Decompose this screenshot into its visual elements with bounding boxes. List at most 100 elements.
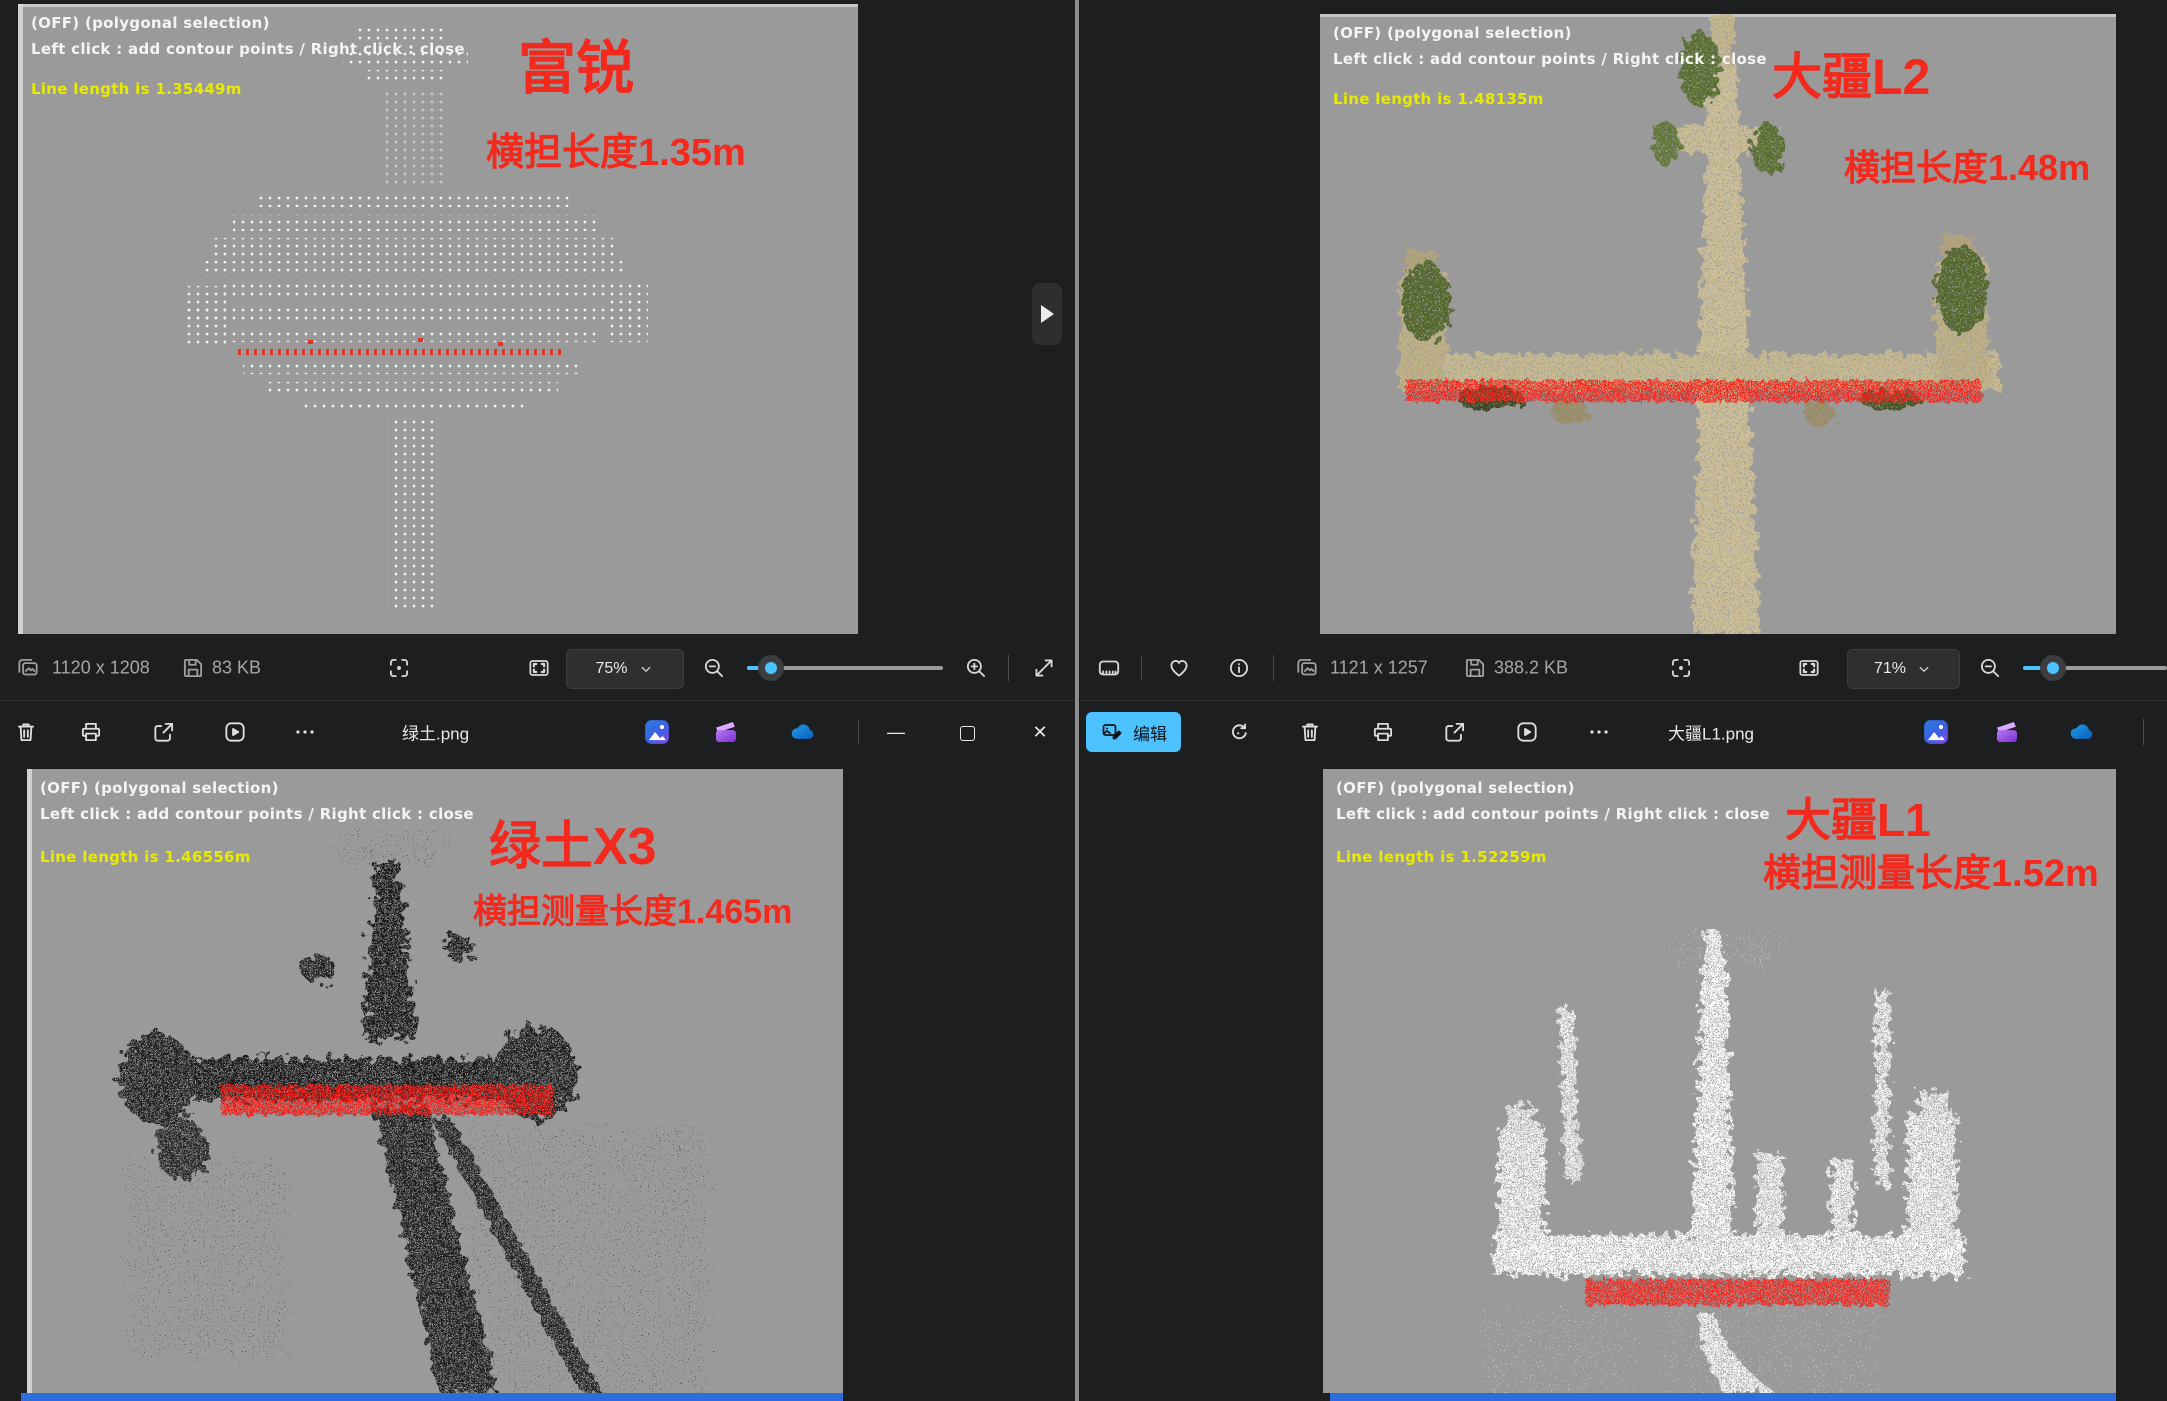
zoom-out-button[interactable] bbox=[1977, 655, 2003, 681]
overlay-hint: Left click : add contour points / Right … bbox=[31, 40, 465, 58]
pointcloud-canvas-dji-l1: (OFF) (polygonal selection) Left click :… bbox=[1323, 769, 2116, 1393]
titlebar-divider bbox=[858, 719, 859, 745]
chevron-down-icon bbox=[637, 660, 655, 678]
zoom-level-value: 75% bbox=[595, 660, 627, 678]
slideshow-button[interactable] bbox=[1514, 719, 1540, 745]
print-button[interactable] bbox=[78, 719, 104, 745]
window-separator bbox=[1075, 0, 1079, 1401]
canvas-top-edge bbox=[18, 4, 858, 7]
overlay-hint: Left click : add contour points / Right … bbox=[1336, 805, 1770, 823]
pointcloud-canvas-lvtu: (OFF) (polygonal selection) Left click :… bbox=[27, 769, 843, 1393]
share-button[interactable] bbox=[151, 719, 177, 745]
canvas-left-edge bbox=[27, 769, 32, 1393]
print-button[interactable] bbox=[1370, 719, 1396, 745]
photos-window-lvtu: 绿土.png — ✕ (OFF) (p bbox=[0, 700, 1077, 1401]
delete-button[interactable] bbox=[1297, 719, 1323, 745]
favorite-heart-button[interactable] bbox=[1166, 655, 1192, 681]
pointcloud-canvas-furui: (OFF) (polygonal selection) Left click :… bbox=[18, 4, 858, 634]
annotation-title: 绿土X3 bbox=[489, 821, 657, 873]
zoom-in-button[interactable] bbox=[963, 655, 989, 681]
viewer-bottom-gradient-strip bbox=[1330, 1393, 2116, 1401]
zoom-slider[interactable] bbox=[2023, 666, 2167, 670]
bottom-toolbar: 1121 x 1257 388.2 KB 71% bbox=[1080, 644, 2167, 692]
edit-button[interactable]: 编辑 bbox=[1086, 712, 1181, 752]
toolbar-divider bbox=[1273, 655, 1274, 681]
maximize-icon bbox=[960, 726, 975, 741]
annotation-title: 富锐 bbox=[518, 40, 634, 98]
pointcloud-dji-l1 bbox=[1423, 929, 2023, 1393]
file-size: 388.2 KB bbox=[1494, 658, 1568, 679]
photos-window-dji-l1: 编辑 大疆L1.png bbox=[1080, 700, 2167, 1401]
window-title: 大疆L1.png bbox=[1668, 720, 1754, 745]
minimize-button[interactable]: — bbox=[881, 717, 911, 747]
zoom-level-value: 71% bbox=[1874, 660, 1906, 678]
viewer-bottom-gradient-strip bbox=[21, 1393, 843, 1401]
close-button[interactable]: ✕ bbox=[1025, 717, 1055, 747]
annotation-title: 大疆L1 bbox=[1785, 797, 1931, 843]
fullscreen-button[interactable] bbox=[1031, 655, 1057, 681]
annotation-measure: 横担测量长度1.465m bbox=[473, 895, 792, 929]
window-title: 绿土.png bbox=[402, 720, 469, 745]
overlay-line-length: Line length is 1.48135m bbox=[1333, 90, 1544, 108]
titlebar-divider bbox=[2143, 719, 2144, 745]
image-dimensions-icon bbox=[1294, 655, 1320, 681]
annotation-title: 大疆L2 bbox=[1772, 52, 1930, 102]
overlay-line-length: Line length is 1.35449m bbox=[31, 80, 242, 98]
file-size-icon bbox=[180, 655, 206, 681]
rotate-button[interactable] bbox=[1225, 719, 1251, 745]
more-options-button[interactable] bbox=[1586, 719, 1612, 745]
zoom-level-dropdown[interactable]: 71% bbox=[1847, 649, 1960, 689]
bottom-toolbar: 1120 x 1208 83 KB 75% bbox=[0, 644, 1076, 692]
file-size-icon bbox=[1462, 655, 1488, 681]
fit-to-window-button[interactable] bbox=[526, 655, 552, 681]
image-dimensions-icon bbox=[15, 655, 41, 681]
maximize-button[interactable] bbox=[952, 717, 982, 747]
zoom-slider-thumb[interactable] bbox=[758, 655, 784, 681]
flyout-arrow-icon bbox=[1041, 305, 1054, 323]
onedrive-icon[interactable] bbox=[787, 717, 817, 747]
overlay-mode: (OFF) (polygonal selection) bbox=[1333, 24, 1572, 42]
overlay-mode: (OFF) (polygonal selection) bbox=[40, 779, 279, 797]
overlay-mode: (OFF) (polygonal selection) bbox=[1336, 779, 1575, 797]
zoom-slider-thumb[interactable] bbox=[2040, 655, 2066, 681]
clipchamp-icon[interactable] bbox=[711, 717, 741, 747]
zoom-level-dropdown[interactable]: 75% bbox=[566, 649, 684, 689]
overlay-hint: Left click : add contour points / Right … bbox=[40, 805, 474, 823]
annotation-measure: 横担长度1.48m bbox=[1844, 150, 2090, 186]
filmstrip-flyout-button[interactable] bbox=[1032, 283, 1062, 345]
info-button[interactable] bbox=[1226, 655, 1252, 681]
title-bar: 绿土.png — ✕ bbox=[0, 700, 1077, 763]
visual-search-button[interactable] bbox=[386, 655, 412, 681]
image-dimensions: 1120 x 1208 bbox=[52, 658, 150, 679]
pointcloud-furui bbox=[158, 18, 678, 618]
overlay-line-length: Line length is 1.52259m bbox=[1336, 848, 1547, 866]
image-dimensions: 1121 x 1257 bbox=[1330, 658, 1428, 679]
toolbar-divider bbox=[1141, 655, 1142, 681]
photos-app-icon[interactable] bbox=[1921, 717, 1951, 747]
toolbar-divider bbox=[1008, 655, 1009, 681]
delete-button[interactable] bbox=[13, 719, 39, 745]
overlay-mode: (OFF) (polygonal selection) bbox=[31, 14, 270, 32]
more-options-button[interactable] bbox=[292, 719, 318, 745]
pointcloud-canvas-dji-l2: (OFF) (polygonal selection) Left click :… bbox=[1320, 14, 2116, 634]
measured-crossarm-line-lvtu bbox=[221, 1085, 553, 1115]
photos-app-grid: (OFF) (polygonal selection) Left click :… bbox=[0, 0, 2167, 1401]
slideshow-button[interactable] bbox=[222, 719, 248, 745]
photos-app-icon[interactable] bbox=[642, 717, 672, 747]
fit-to-window-button[interactable] bbox=[1796, 655, 1822, 681]
overlay-line-length: Line length is 1.46556m bbox=[40, 848, 251, 866]
onedrive-icon[interactable] bbox=[2066, 717, 2096, 747]
filmstrip-toggle-button[interactable] bbox=[1096, 655, 1122, 681]
photos-window-dji-l2: (OFF) (polygonal selection) Left click :… bbox=[1080, 0, 2167, 700]
title-bar: 编辑 大疆L1.png bbox=[1080, 700, 2167, 763]
zoom-slider[interactable] bbox=[747, 666, 943, 670]
file-size: 83 KB bbox=[212, 658, 261, 679]
visual-search-button[interactable] bbox=[1668, 655, 1694, 681]
annotation-measure: 横担测量长度1.52m bbox=[1763, 855, 2099, 893]
share-button[interactable] bbox=[1442, 719, 1468, 745]
edit-image-icon bbox=[1100, 720, 1124, 744]
chevron-down-icon bbox=[1915, 660, 1933, 678]
photos-window-furui: (OFF) (polygonal selection) Left click :… bbox=[0, 0, 1076, 700]
zoom-out-button[interactable] bbox=[701, 655, 727, 681]
clipchamp-icon[interactable] bbox=[1992, 717, 2022, 747]
